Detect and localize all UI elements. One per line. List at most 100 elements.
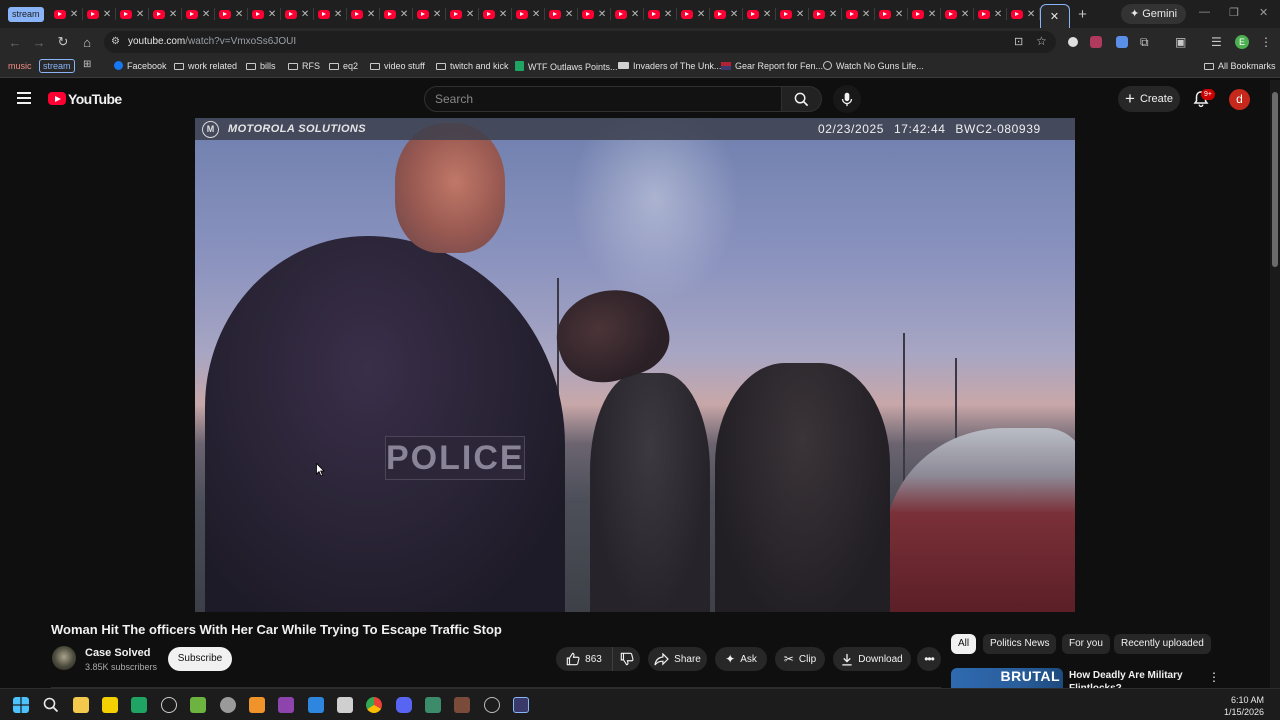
tab-youtube[interactable]: ✕ <box>116 0 149 28</box>
tab-close-icon[interactable]: ✕ <box>829 9 837 20</box>
tab-close-icon[interactable]: ✕ <box>928 9 936 20</box>
youtube-wordmark[interactable]: YouTube <box>68 91 122 107</box>
file-explorer-icon[interactable] <box>73 697 89 713</box>
kebab-menu-icon[interactable]: ⋮ <box>1260 35 1274 49</box>
tab-youtube[interactable]: ✕ <box>611 0 644 28</box>
search-button[interactable] <box>782 86 822 112</box>
extension-icon[interactable] <box>1068 37 1078 47</box>
subscribe-button[interactable]: Subscribe <box>168 647 232 671</box>
minimize-icon[interactable]: — <box>1199 6 1210 18</box>
tab-close-icon[interactable]: ✕ <box>268 9 276 20</box>
tab-close-icon[interactable]: ✕ <box>169 9 177 20</box>
extension-icon[interactable] <box>1116 36 1128 48</box>
search-icon[interactable] <box>43 697 59 713</box>
page-scrollbar[interactable] <box>1270 80 1280 688</box>
like-button[interactable]: 863 <box>556 647 612 671</box>
youtube-logo-icon[interactable] <box>48 92 66 105</box>
all-bookmarks[interactable]: All Bookmarks <box>1204 61 1276 71</box>
dislike-button[interactable] <box>612 647 640 671</box>
app-icon[interactable] <box>131 697 147 713</box>
tab-close-icon[interactable]: ✕ <box>961 9 969 20</box>
bookmark-folder[interactable]: bills <box>246 61 276 71</box>
tab-youtube[interactable]: ✕ <box>314 0 347 28</box>
clip-button[interactable]: ✂ Clip <box>775 647 825 671</box>
extension-icon[interactable] <box>1090 36 1102 48</box>
tab-close-icon[interactable]: ✕ <box>334 9 342 20</box>
media-controls-icon[interactable]: ☰ <box>1211 35 1225 49</box>
tab-close-icon[interactable]: ✕ <box>796 9 804 20</box>
bookmark-folder[interactable]: twitch and kick <box>436 61 509 71</box>
create-button[interactable]: + Create <box>1118 86 1180 112</box>
new-tab-button[interactable]: + <box>1070 6 1096 23</box>
tab-youtube[interactable]: ✕ <box>281 0 314 28</box>
site-info-icon[interactable]: ⚙ <box>111 36 120 47</box>
tab-close-icon[interactable]: ✕ <box>664 9 672 20</box>
search-input[interactable] <box>425 87 781 111</box>
tab-youtube[interactable]: ✕ <box>710 0 743 28</box>
tab-close-icon[interactable]: ✕ <box>697 9 705 20</box>
tab-youtube[interactable]: ✕ <box>149 0 182 28</box>
recommendation-title[interactable]: How Deadly Are Military Flintlocks? <box>1069 669 1209 688</box>
tab-close-icon[interactable]: ✕ <box>1027 9 1035 20</box>
tab-youtube[interactable]: ✕ <box>776 0 809 28</box>
url-text[interactable]: youtube.com/watch?v=VmxoSs6JOUI <box>128 36 296 47</box>
app-icon[interactable] <box>190 697 206 713</box>
app-icon[interactable] <box>220 697 236 713</box>
recommendation-thumbnail[interactable]: BRUTAL <box>951 668 1063 688</box>
close-window-icon[interactable]: ✕ <box>1259 6 1268 19</box>
url-omnibox[interactable]: ⚙ youtube.com/watch?v=VmxoSs6JOUI ⊡ ☆ <box>104 31 1056 53</box>
tab-close-icon[interactable]: ✕ <box>532 9 540 20</box>
tab-youtube[interactable]: ✕ <box>809 0 842 28</box>
bookmark-music[interactable]: music <box>8 61 32 71</box>
tab-youtube[interactable]: ✕ <box>512 0 545 28</box>
tab-youtube[interactable]: ✕ <box>677 0 710 28</box>
app-icon[interactable] <box>161 697 177 713</box>
restore-icon[interactable]: ❐ <box>1229 6 1239 19</box>
tab-youtube[interactable]: ✕ <box>875 0 908 28</box>
tab-youtube[interactable]: ✕ <box>479 0 512 28</box>
tab-close-icon[interactable]: ✕ <box>598 9 606 20</box>
profile-avatar-icon[interactable]: E <box>1235 35 1249 49</box>
scrollbar-thumb[interactable] <box>1272 92 1278 267</box>
tab-youtube[interactable]: ✕ <box>644 0 677 28</box>
ask-button[interactable]: ✦ Ask <box>715 647 767 671</box>
tab-youtube[interactable]: ✕ <box>413 0 446 28</box>
gemini-button[interactable]: ✦ Gemini <box>1121 4 1187 24</box>
share-button[interactable]: Share <box>648 647 707 671</box>
tab-youtube[interactable]: ✕ <box>974 0 1007 28</box>
voice-search-button[interactable] <box>833 85 861 113</box>
tab-close-icon[interactable]: ✕ <box>235 9 243 20</box>
bookmark-star-icon[interactable]: ☆ <box>1036 34 1047 48</box>
tab-close-icon[interactable]: ✕ <box>1050 10 1059 23</box>
channel-name[interactable]: Case Solved <box>85 647 150 659</box>
bookmark-folder[interactable]: work related <box>174 61 237 71</box>
tab-close-icon[interactable]: ✕ <box>565 9 573 20</box>
chip-recently-uploaded[interactable]: Recently uploaded <box>1114 634 1211 654</box>
tab-youtube[interactable]: ✕ <box>743 0 776 28</box>
tab-close-icon[interactable]: ✕ <box>994 9 1002 20</box>
extensions-puzzle-icon[interactable]: ⧉ <box>1140 35 1154 49</box>
tab-youtube[interactable]: ✕ <box>248 0 281 28</box>
app-icon[interactable] <box>425 697 441 713</box>
chrome-icon[interactable] <box>366 697 382 713</box>
search-field[interactable] <box>424 86 782 112</box>
tab-youtube[interactable]: ✕ <box>908 0 941 28</box>
bookmark-folder[interactable]: eq2 <box>329 61 358 71</box>
bookmark-facebook[interactable]: Facebook <box>114 61 167 71</box>
tab-active[interactable]: ✕ <box>1039 4 1070 28</box>
back-icon[interactable]: ← <box>8 35 22 50</box>
settings-gear-icon[interactable] <box>484 697 500 713</box>
tab-close-icon[interactable]: ✕ <box>70 9 78 20</box>
install-app-icon[interactable]: ⊡ <box>1014 35 1023 48</box>
home-icon[interactable]: ⌂ <box>80 35 94 50</box>
active-app-icon[interactable] <box>513 697 529 713</box>
tab-close-icon[interactable]: ✕ <box>433 9 441 20</box>
download-button[interactable]: Download <box>833 647 911 671</box>
bookmark-folder[interactable]: RFS <box>288 61 320 71</box>
video-player[interactable]: POLICE M MOTOROLA SOLUTIONS 02/23/2025 1… <box>195 118 1075 612</box>
bookmark-link[interactable]: Watch No Guns Life... <box>823 61 924 71</box>
channel-avatar[interactable] <box>52 646 76 670</box>
system-clock[interactable]: 6:10 AM 1/15/2026 <box>1224 694 1264 718</box>
tab-youtube[interactable]: ✕ <box>215 0 248 28</box>
bookmark-link[interactable]: WTF Outlaws Points... <box>515 61 618 72</box>
